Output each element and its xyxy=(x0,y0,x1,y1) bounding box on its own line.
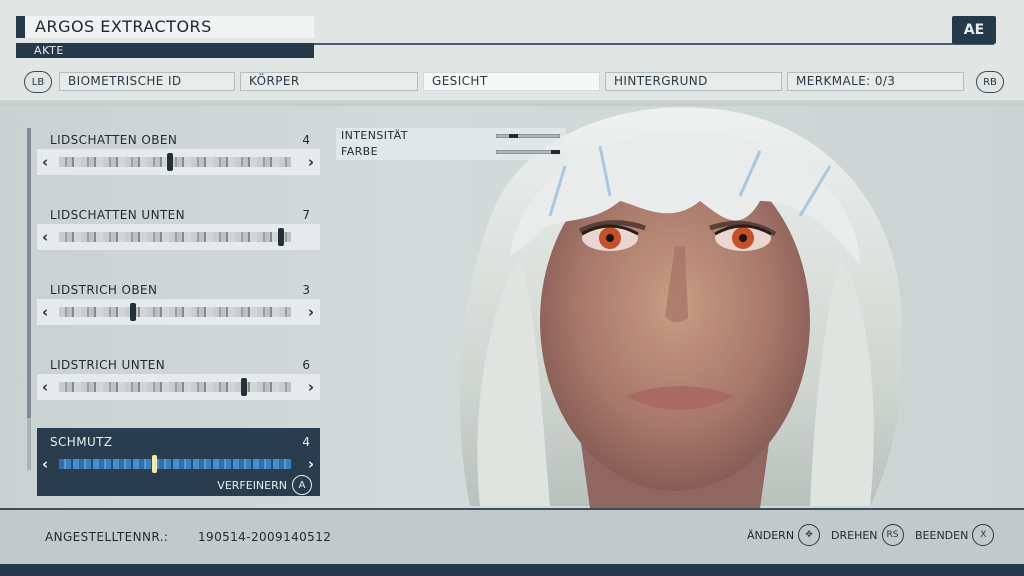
rs-button-icon: RS xyxy=(881,524,904,546)
slider-knob[interactable] xyxy=(130,303,136,321)
character-portrait[interactable] xyxy=(440,106,924,508)
slider-track[interactable] xyxy=(59,459,291,469)
employee-number-label: ANGESTELLTENNR.: xyxy=(45,530,169,544)
page-subtitle: AKTE xyxy=(34,44,64,57)
footer: ANGESTELLTENNR.: 190514-2009140512 ÄNDER… xyxy=(0,508,1024,564)
chevron-right-icon[interactable]: › xyxy=(308,378,314,396)
tab-body[interactable]: KÖRPER xyxy=(240,72,418,91)
change-action[interactable]: ÄNDERN ✥ xyxy=(747,524,821,546)
rotate-action[interactable]: DREHEN RS xyxy=(831,524,904,546)
logo-icon: AE xyxy=(952,16,996,44)
slider-knob[interactable] xyxy=(167,153,173,171)
slider-row[interactable]: ‹ › xyxy=(37,451,320,477)
scrollbar-thumb[interactable] xyxy=(27,128,31,418)
slider-label: LIDSTRICH OBEN xyxy=(50,283,158,297)
intensity-knob[interactable] xyxy=(509,134,518,138)
slider-row[interactable]: ‹ xyxy=(37,224,320,250)
tab-biometric-id[interactable]: BIOMETRISCHE ID xyxy=(59,72,235,91)
slider-eyeshadow-upper[interactable]: LIDSCHATTEN OBEN 4 ‹ › xyxy=(37,126,320,194)
header-divider xyxy=(314,43,994,45)
intensity-slider[interactable] xyxy=(496,134,560,138)
slider-label: LIDSTRICH UNTEN xyxy=(50,358,166,372)
slider-knob[interactable] xyxy=(241,378,247,396)
rotate-label: DREHEN xyxy=(831,528,878,542)
slider-eyeliner-upper[interactable]: LIDSTRICH OBEN 3 ‹ › xyxy=(37,276,320,344)
options-panel: INTENSITÄT FARBE xyxy=(336,128,566,160)
slider-knob[interactable] xyxy=(152,455,157,473)
slider-value: 6 xyxy=(302,358,310,372)
slider-row[interactable]: ‹ › xyxy=(37,299,320,325)
color-knob[interactable] xyxy=(551,150,560,154)
color-slider[interactable] xyxy=(496,150,560,154)
slider-value: 4 xyxy=(302,435,310,449)
subtitle-bar: AKTE xyxy=(16,43,314,58)
dpad-icon: ✥ xyxy=(798,524,821,546)
chevron-left-icon[interactable]: ‹ xyxy=(42,455,48,473)
slider-row[interactable]: ‹ › xyxy=(37,374,320,400)
slider-dirt[interactable]: SCHMUTZ 4 ‹ › VERFEINERN A xyxy=(37,428,320,496)
footer-bottom-bar xyxy=(0,564,1024,576)
slider-knob[interactable] xyxy=(278,228,284,246)
chevron-right-icon[interactable]: › xyxy=(308,455,314,473)
chevron-left-icon[interactable]: ‹ xyxy=(42,153,48,171)
color-label: FARBE xyxy=(341,145,378,158)
exit-label: BEENDEN xyxy=(915,528,969,542)
slider-eyeshadow-lower[interactable]: LIDSCHATTEN UNTEN 7 ‹ xyxy=(37,201,320,269)
slider-value: 7 xyxy=(302,208,310,222)
slider-track[interactable] xyxy=(59,382,291,392)
slider-eyeliner-lower[interactable]: LIDSTRICH UNTEN 6 ‹ › xyxy=(37,351,320,419)
title-bar: ARGOS EXTRACTORS xyxy=(16,16,314,38)
slider-label: LIDSCHATTEN UNTEN xyxy=(50,208,186,222)
tab-traits[interactable]: MERKMALE: 0/3 xyxy=(787,72,964,91)
page-title: ARGOS EXTRACTORS xyxy=(35,17,212,36)
slider-track[interactable] xyxy=(59,232,291,242)
tab-bar: LB BIOMETRISCHE ID KÖRPER GESICHT HINTER… xyxy=(24,71,1006,93)
exit-action[interactable]: BEENDEN X xyxy=(915,524,995,546)
chevron-left-icon[interactable]: ‹ xyxy=(42,228,48,246)
slider-row[interactable]: ‹ › xyxy=(37,149,320,175)
change-label: ÄNDERN xyxy=(747,528,795,542)
slider-track[interactable] xyxy=(59,157,291,167)
header: ARGOS EXTRACTORS AKTE AE LB BIOMETRISCHE… xyxy=(0,0,1024,106)
refine-label: VERFEINERN xyxy=(217,478,287,492)
intensity-label: INTENSITÄT xyxy=(341,129,408,142)
rb-button[interactable]: RB xyxy=(976,71,1004,93)
slider-label: SCHMUTZ xyxy=(50,435,113,449)
chevron-left-icon[interactable]: ‹ xyxy=(42,303,48,321)
tab-face[interactable]: GESICHT xyxy=(423,72,600,91)
slider-value: 4 xyxy=(302,133,310,147)
chevron-right-icon[interactable]: › xyxy=(308,153,314,171)
a-button-icon: A xyxy=(292,475,312,495)
chevron-left-icon[interactable]: ‹ xyxy=(42,378,48,396)
refine-button[interactable]: VERFEINERN A xyxy=(217,475,312,495)
slider-value: 3 xyxy=(302,283,310,297)
slider-track[interactable] xyxy=(59,307,291,317)
lb-button[interactable]: LB xyxy=(24,71,52,93)
chevron-right-icon[interactable]: › xyxy=(308,303,314,321)
tab-background[interactable]: HINTERGRUND xyxy=(605,72,782,91)
x-button-icon: X xyxy=(972,524,995,546)
employee-number-value: 190514-2009140512 xyxy=(198,530,332,544)
slider-label: LIDSCHATTEN OBEN xyxy=(50,133,178,147)
